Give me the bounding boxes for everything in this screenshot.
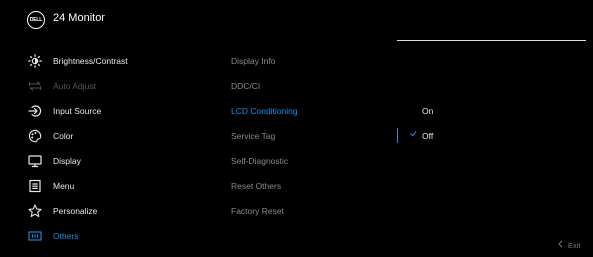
menu-item-brightness-contrast[interactable]: Brightness/Contrast xyxy=(0,48,220,73)
monitor-icon xyxy=(28,154,42,168)
option-on[interactable]: On xyxy=(397,98,586,123)
submenu-item-self-diagnostic[interactable]: Self-Diagnostic xyxy=(231,148,288,173)
input-arrow-icon xyxy=(28,104,42,118)
header-divider xyxy=(397,40,586,41)
star-icon xyxy=(28,203,42,218)
submenu-item-ddc-ci[interactable]: DDC/CI xyxy=(231,73,260,98)
menu-list-icon xyxy=(28,179,42,193)
exit-label: Exit xyxy=(568,240,581,250)
menu-item-label: Brightness/Contrast xyxy=(53,55,128,66)
menu-item-auto-adjust: Auto Adjust xyxy=(0,73,220,98)
dell-logo: DELL xyxy=(27,11,45,29)
auto-adjust-arrows-icon xyxy=(28,79,42,93)
submenu-item-display-info[interactable]: Display Info xyxy=(231,48,275,73)
submenu-item-service-tag[interactable]: Service Tag xyxy=(231,123,275,148)
submenu-item-factory-reset[interactable]: Factory Reset xyxy=(231,198,284,223)
menu-item-label: Color xyxy=(53,130,74,141)
menu-item-label: Others xyxy=(53,230,79,241)
option-label: Off xyxy=(422,130,434,141)
menu-item-label: Menu xyxy=(53,180,75,191)
option-off[interactable]: Off xyxy=(397,123,586,148)
selection-indicator xyxy=(397,128,398,143)
menu-item-display[interactable]: Display xyxy=(0,148,220,173)
submenu-item-reset-others[interactable]: Reset Others xyxy=(231,173,281,198)
checkmark-icon xyxy=(410,130,417,139)
menu-item-personalize[interactable]: Personalize xyxy=(0,198,220,223)
menu-item-label: Auto Adjust xyxy=(53,80,97,91)
menu-item-label: Display xyxy=(53,155,81,166)
menu-item-menu[interactable]: Menu xyxy=(0,173,220,198)
monitor-title: 24 Monitor xyxy=(53,12,105,24)
menu-item-input-source[interactable]: Input Source xyxy=(0,98,220,123)
menu-item-label: Personalize xyxy=(53,205,98,216)
exit-button[interactable]: Exit xyxy=(558,240,581,250)
chevron-left-icon xyxy=(558,240,563,250)
palette-icon xyxy=(28,129,42,143)
header-bar: DELL 24 Monitor xyxy=(0,0,593,43)
others-icon xyxy=(28,229,42,243)
option-label: On xyxy=(422,105,434,116)
sun-icon xyxy=(28,53,42,68)
menu-item-color[interactable]: Color xyxy=(0,123,220,148)
menu-item-others[interactable]: Others xyxy=(0,223,220,248)
menu-item-label: Input Source xyxy=(53,105,102,116)
submenu-item-lcd-conditioning[interactable]: LCD Conditioning xyxy=(231,98,298,123)
